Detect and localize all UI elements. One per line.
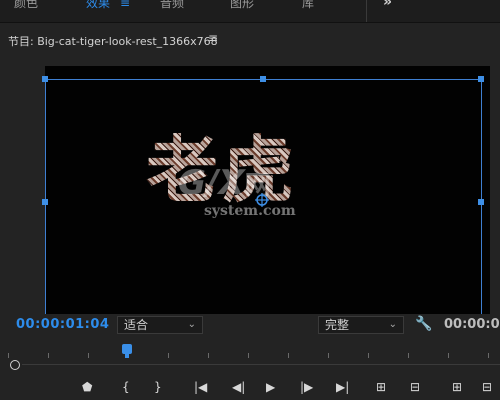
step-back-icon[interactable]: ◀| [232, 380, 245, 394]
watermark-logo-icon: G/X [178, 163, 245, 203]
program-monitor: 老虎 G/X网 system.com [0, 56, 500, 314]
workspace-tab-color[interactable]: 颜色 [14, 0, 38, 11]
zoom-level-value: 适合 [124, 318, 149, 332]
anchor-point-icon[interactable] [255, 193, 269, 207]
transform-handle-top[interactable] [260, 76, 266, 82]
chevron-down-icon: ⌄ [187, 319, 196, 330]
workspace-tab-libraries[interactable]: 库 [302, 0, 314, 11]
comparison-view-icon[interactable]: ⊟ [482, 380, 492, 394]
current-timecode[interactable]: 00:00:01:04 [16, 317, 109, 332]
watermark-domain-text: system.com [204, 203, 296, 219]
divider [366, 0, 367, 22]
chevron-down-icon: ⌄ [388, 319, 397, 330]
wrench-icon[interactable]: 🔧 [415, 316, 432, 332]
step-forward-icon[interactable]: |▶ [300, 380, 313, 394]
go-to-in-icon[interactable]: |◀ [194, 380, 207, 394]
panel-menu-icon[interactable]: ≡ [208, 31, 218, 45]
export-frame-icon[interactable]: ⊞ [452, 380, 462, 394]
extract-icon[interactable]: ⊟ [410, 380, 420, 394]
zoom-scroll-handle[interactable] [10, 360, 20, 370]
zoom-scroll-bar[interactable] [22, 364, 500, 365]
workspace-tab-effects-label: 效果 [86, 0, 111, 10]
program-monitor-header: 节目: Big-cat-tiger-look-rest_1366x768 ≡ [0, 26, 500, 54]
hamburger-icon[interactable]: ≡ [120, 0, 130, 10]
time-ruler[interactable] [8, 344, 500, 358]
workspace-tab-graphics[interactable]: 图形 [230, 0, 254, 11]
transform-handle-top-right[interactable] [478, 76, 484, 82]
transform-handle-top-left[interactable] [42, 76, 48, 82]
transform-handle-right[interactable] [478, 199, 484, 205]
duration-timecode: 00:00:05 [444, 317, 500, 332]
monitor-controls: 00:00:01:04 适合 ⌄ 完整 ⌄ 🔧 00:00:05 ⬟ { } |… [0, 314, 500, 400]
workspace-overflow-icon[interactable]: » [383, 0, 392, 10]
zoom-level-dropdown[interactable]: 适合 ⌄ [117, 316, 203, 334]
mark-out-icon[interactable]: } [154, 380, 162, 394]
mark-in-icon[interactable]: { [122, 380, 130, 394]
program-monitor-title: 节目: Big-cat-tiger-look-rest_1366x768 [8, 35, 218, 48]
playback-resolution-value: 完整 [325, 318, 350, 332]
go-to-out-icon[interactable]: ▶| [336, 380, 349, 394]
playback-resolution-dropdown[interactable]: 完整 ⌄ [318, 316, 404, 334]
workspace-tab-audio[interactable]: 音频 [160, 0, 184, 11]
playhead[interactable] [122, 344, 132, 358]
workspace-tab-effects[interactable]: 效果 ≡ [86, 0, 130, 11]
lift-icon[interactable]: ⊞ [376, 380, 386, 394]
add-marker-icon[interactable]: ⬟ [82, 380, 92, 394]
transform-handle-left[interactable] [42, 199, 48, 205]
workspace-bar: 颜色 效果 ≡ 音频 图形 库 » [0, 0, 500, 23]
play-icon[interactable]: ▶ [266, 380, 275, 394]
